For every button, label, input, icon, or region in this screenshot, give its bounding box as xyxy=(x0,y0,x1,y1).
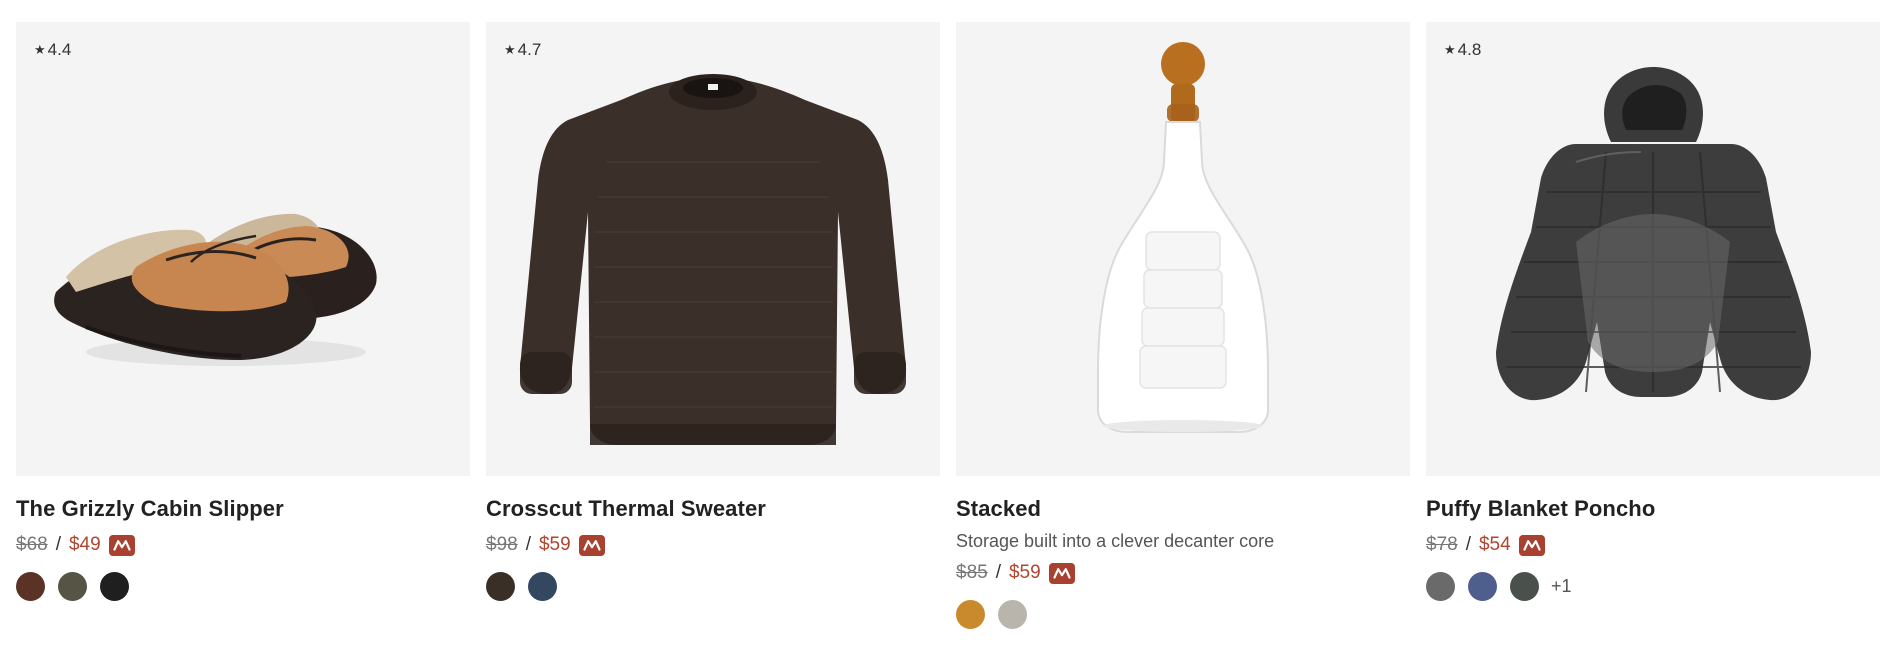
swatch-2[interactable] xyxy=(1468,572,1497,601)
product-title[interactable]: The Grizzly Cabin Slipper xyxy=(16,494,470,524)
more-colors-count[interactable]: +1 xyxy=(1551,576,1572,597)
product-card-decanter[interactable]: Stacked Storage built into a clever deca… xyxy=(956,22,1410,629)
product-title[interactable]: Stacked xyxy=(956,494,1410,524)
swatch-1[interactable] xyxy=(486,572,515,601)
m-logo-icon xyxy=(108,534,135,556)
star-icon: ★ xyxy=(504,41,516,57)
original-price: $85 xyxy=(956,562,988,583)
sale-price: $59 xyxy=(1008,562,1041,583)
rating-value: 4.8 xyxy=(1457,40,1482,59)
swatch-2[interactable] xyxy=(998,600,1027,629)
swatch-1[interactable] xyxy=(956,600,985,629)
sale-price: $59 xyxy=(538,534,571,555)
m-logo-icon xyxy=(578,534,605,556)
price-row: $98 / $59 xyxy=(486,532,940,558)
swatch-2[interactable] xyxy=(58,572,87,601)
price-separator: / xyxy=(1465,534,1471,555)
rating-value: 4.7 xyxy=(517,40,542,59)
swatch-3[interactable] xyxy=(100,572,129,601)
swatch-2[interactable] xyxy=(528,572,557,601)
product-card-sweater[interactable]: ★ 4.7 Crosscut Thermal Sweater $98 / $59 xyxy=(486,22,940,629)
product-image-container[interactable]: ★ 4.7 xyxy=(486,22,940,476)
rating: ★ 4.4 xyxy=(34,40,71,60)
sale-price: $54 xyxy=(1478,534,1511,555)
poncho-image xyxy=(1496,67,1811,401)
product-subtitle: Storage built into a clever decanter cor… xyxy=(956,531,1275,551)
product-card-slipper[interactable]: ★ 4.4 The Grizzly Cabin Slipper $68 / $4… xyxy=(16,22,470,629)
product-image-container[interactable]: ★ 4.8 xyxy=(1426,22,1880,476)
m-logo-icon xyxy=(1048,562,1075,584)
price-row: $85 / $59 xyxy=(956,560,1410,586)
color-swatches xyxy=(16,572,470,601)
price-row: $68 / $49 xyxy=(16,532,470,558)
product-image-container[interactable] xyxy=(956,22,1410,476)
product-card-poncho[interactable]: ★ 4.8 Puffy Blanket Poncho $78 / $54 +1 xyxy=(1426,22,1880,629)
swatch-3[interactable] xyxy=(1510,572,1539,601)
decanter-image xyxy=(1097,42,1269,433)
color-swatches: +1 xyxy=(1426,572,1880,601)
price-separator: / xyxy=(995,562,1001,583)
sweater-image xyxy=(519,74,907,445)
color-swatches xyxy=(486,572,940,601)
original-price: $68 xyxy=(16,534,48,555)
original-price: $78 xyxy=(1426,534,1458,555)
swatch-1[interactable] xyxy=(16,572,45,601)
rating: ★ 4.7 xyxy=(504,40,541,60)
price-row: $78 / $54 xyxy=(1426,532,1880,558)
product-grid: ★ 4.4 The Grizzly Cabin Slipper $68 / $4… xyxy=(16,22,1880,629)
color-swatches xyxy=(956,600,1410,629)
price-separator: / xyxy=(55,534,61,555)
price-separator: / xyxy=(525,534,531,555)
slipper-image xyxy=(54,213,377,366)
star-icon: ★ xyxy=(1444,41,1456,57)
sale-price: $49 xyxy=(68,534,101,555)
product-image-container[interactable]: ★ 4.4 xyxy=(16,22,470,476)
rating: ★ 4.8 xyxy=(1444,40,1481,60)
m-logo-icon xyxy=(1518,534,1545,556)
product-title[interactable]: Puffy Blanket Poncho xyxy=(1426,494,1880,524)
product-title[interactable]: Crosscut Thermal Sweater xyxy=(486,494,940,524)
swatch-1[interactable] xyxy=(1426,572,1455,601)
star-icon: ★ xyxy=(34,41,46,57)
original-price: $98 xyxy=(486,534,518,555)
rating-value: 4.4 xyxy=(47,40,72,59)
